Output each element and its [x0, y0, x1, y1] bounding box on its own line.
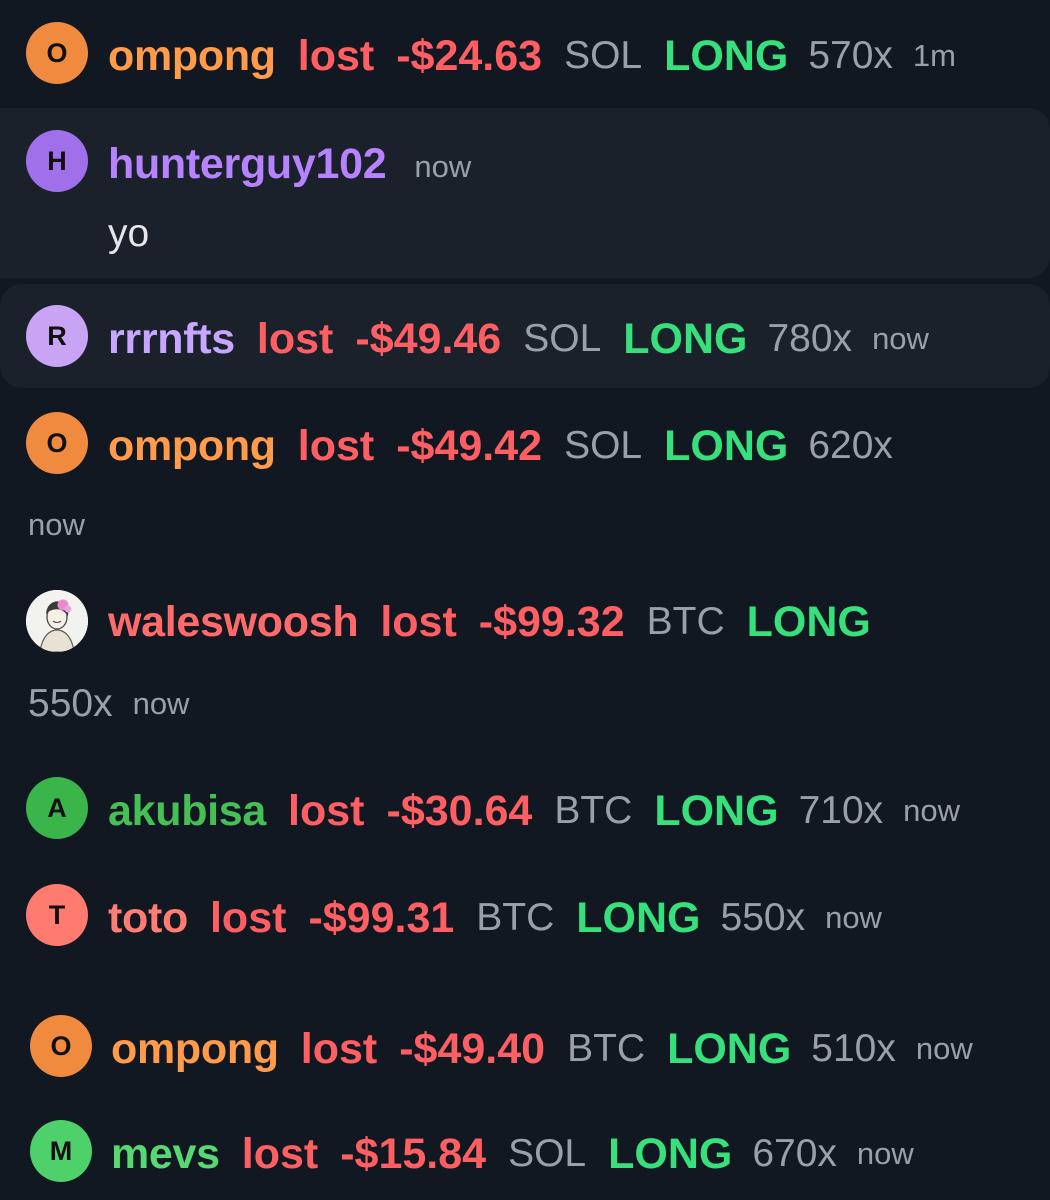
position-side: LONG	[576, 893, 701, 942]
action-verb: lost	[209, 893, 287, 942]
action-verb: lost	[288, 786, 365, 835]
coin-symbol: SOL	[523, 317, 602, 360]
position-side: LONG	[664, 421, 789, 470]
timestamp: now	[414, 149, 472, 184]
feed-item: R rrrnfts lost -$49.46 SOL LONG 780x now	[0, 305, 1050, 371]
action-verb: lost	[380, 597, 457, 646]
feed-item: O ompong lost -$49.42 SOL LONG 620x now	[0, 412, 1050, 552]
avatar[interactable]: T	[26, 884, 88, 946]
timestamp: now	[825, 900, 882, 935]
action-verb: lost	[297, 421, 375, 470]
username[interactable]: rrrnfts	[108, 315, 235, 364]
loss-amount: -$49.42	[396, 421, 543, 470]
coin-symbol: BTC	[476, 896, 555, 939]
event-line-wrap: now	[28, 500, 85, 550]
coin-symbol: SOL	[564, 34, 643, 77]
username[interactable]: ompong	[111, 1025, 279, 1074]
username[interactable]: akubisa	[108, 787, 266, 836]
coin-symbol: SOL	[508, 1132, 587, 1175]
avatar-letter: O	[46, 427, 68, 458]
leverage: 780x	[767, 317, 853, 360]
loss-amount: -$99.31	[308, 893, 455, 942]
timestamp: now	[28, 507, 85, 542]
avatar[interactable]: M	[30, 1120, 92, 1182]
feed-item: A akubisa lost -$30.64 BTC LONG 710x now	[0, 777, 1050, 843]
avatar-letter: H	[47, 145, 67, 176]
avatar[interactable]	[26, 590, 88, 652]
leverage: 510x	[811, 1027, 896, 1070]
avatar[interactable]: A	[26, 777, 88, 839]
event-line: ompong lost -$49.40 BTC LONG 510x now	[111, 1019, 973, 1079]
action-verb: lost	[300, 1024, 378, 1073]
action-verb: lost	[256, 314, 334, 363]
username[interactable]: ompong	[108, 32, 276, 81]
event-line: toto lost -$99.31 BTC LONG 550x now	[108, 888, 882, 948]
feed-item: O ompong lost -$24.63 SOL LONG 570x 1m	[0, 22, 1050, 88]
username[interactable]: mevs	[111, 1130, 220, 1179]
timestamp: now	[856, 1136, 914, 1171]
action-verb: lost	[241, 1129, 319, 1178]
timestamp: now	[903, 793, 961, 828]
timestamp: now	[872, 321, 929, 356]
position-side: LONG	[667, 1024, 792, 1073]
loss-amount: -$15.84	[340, 1129, 487, 1178]
event-line: waleswoosh lost -$99.32 BTC LONG	[108, 592, 891, 652]
message-body: yo	[108, 206, 149, 262]
event-line: ompong lost -$24.63 SOL LONG 570x 1m	[108, 26, 956, 86]
loss-amount: -$99.32	[478, 597, 625, 646]
coin-symbol: SOL	[564, 424, 643, 467]
avatar-letter: O	[50, 1030, 72, 1061]
avatar-letter: O	[46, 37, 68, 68]
loss-amount: -$49.40	[399, 1024, 546, 1073]
avatar[interactable]: R	[26, 305, 88, 367]
leverage: 670x	[752, 1132, 837, 1175]
avatar-letter: M	[49, 1135, 73, 1166]
loss-amount: -$49.46	[355, 314, 502, 363]
avatar[interactable]: O	[30, 1015, 92, 1077]
position-side: LONG	[654, 786, 779, 835]
event-line: rrrnfts lost -$49.46 SOL LONG 780x now	[108, 309, 929, 369]
event-line: ompong lost -$49.42 SOL LONG 620x	[108, 416, 913, 476]
profile-picture-icon	[26, 590, 88, 652]
avatar[interactable]: O	[26, 412, 88, 474]
leverage: 710x	[798, 789, 884, 832]
message-header: hunterguy102 now	[108, 134, 471, 194]
loss-amount: -$30.64	[386, 786, 533, 835]
trade-feed: O ompong lost -$24.63 SOL LONG 570x 1m H…	[0, 0, 1050, 1200]
coin-symbol: BTC	[646, 600, 725, 643]
username[interactable]: hunterguy102	[108, 140, 387, 189]
avatar-letter: R	[47, 320, 67, 351]
event-line: akubisa lost -$30.64 BTC LONG 710x now	[108, 781, 960, 841]
event-line-wrap: 550x now	[28, 678, 189, 730]
leverage: 570x	[808, 34, 893, 77]
coin-symbol: BTC	[567, 1027, 646, 1070]
action-verb: lost	[297, 31, 375, 80]
avatar[interactable]: H	[26, 130, 88, 192]
position-side: LONG	[623, 314, 748, 363]
username[interactable]: toto	[108, 894, 188, 943]
avatar-letter: T	[48, 899, 66, 930]
coin-symbol: BTC	[554, 789, 633, 832]
position-side: LONG	[608, 1129, 733, 1178]
event-line: mevs lost -$15.84 SOL LONG 670x now	[111, 1124, 914, 1184]
feed-item: waleswoosh lost -$99.32 BTC LONG 550x no…	[0, 590, 1050, 730]
username[interactable]: waleswoosh	[108, 598, 359, 647]
timestamp: now	[132, 686, 190, 721]
position-side: LONG	[664, 31, 789, 80]
timestamp: 1m	[912, 38, 956, 73]
avatar-letter: A	[47, 792, 67, 823]
position-side: LONG	[746, 597, 871, 646]
feed-item: O ompong lost -$49.40 BTC LONG 510x now	[0, 1015, 1050, 1081]
feed-item: T toto lost -$99.31 BTC LONG 550x now	[0, 884, 1050, 950]
leverage: 550x	[720, 896, 806, 939]
loss-amount: -$24.63	[396, 31, 543, 80]
avatar[interactable]: O	[26, 22, 88, 84]
chat-message: H hunterguy102 now yo	[0, 130, 1050, 270]
username[interactable]: ompong	[108, 422, 276, 471]
leverage: 620x	[808, 424, 893, 467]
timestamp: now	[915, 1031, 973, 1066]
leverage: 550x	[28, 682, 113, 725]
feed-item: M mevs lost -$15.84 SOL LONG 670x now	[0, 1120, 1050, 1186]
message-text: yo	[108, 212, 150, 255]
